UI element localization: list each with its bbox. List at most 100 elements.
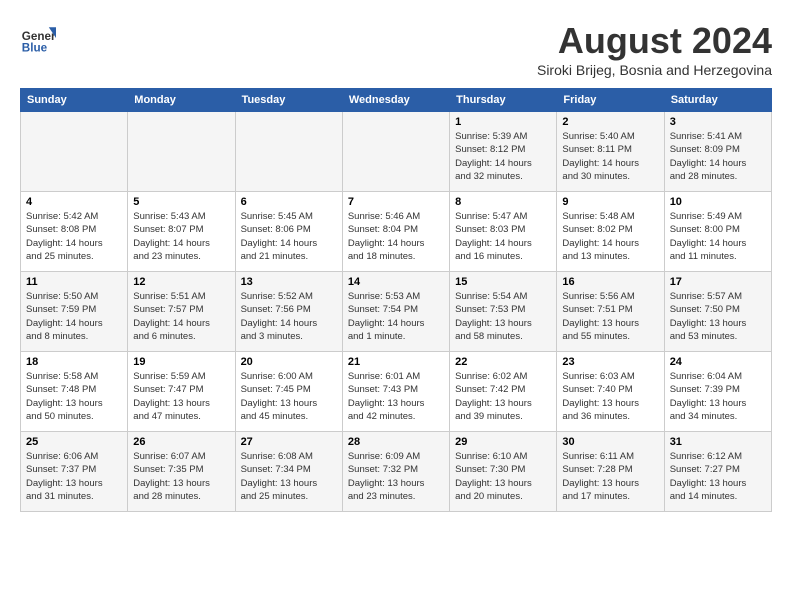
day-cell: 6 Sunrise: 5:45 AM Sunset: 8:06 PM Daylig… (235, 192, 342, 272)
day-number: 22 (455, 356, 551, 368)
day-info: Sunrise: 6:11 AM Sunset: 7:28 PM Dayligh… (562, 450, 658, 503)
col-header-saturday: Saturday (664, 89, 771, 112)
day-cell: 19 Sunrise: 5:59 AM Sunset: 7:47 PM Dayli… (128, 352, 235, 432)
day-number: 11 (26, 276, 122, 288)
day-cell: 27 Sunrise: 6:08 AM Sunset: 7:34 PM Dayli… (235, 432, 342, 512)
day-cell: 26 Sunrise: 6:07 AM Sunset: 7:35 PM Dayli… (128, 432, 235, 512)
day-number: 28 (348, 436, 444, 448)
day-info: Sunrise: 5:40 AM Sunset: 8:11 PM Dayligh… (562, 130, 658, 183)
day-info: Sunrise: 6:00 AM Sunset: 7:45 PM Dayligh… (241, 370, 337, 423)
day-info: Sunrise: 5:48 AM Sunset: 8:02 PM Dayligh… (562, 210, 658, 263)
day-cell: 29 Sunrise: 6:10 AM Sunset: 7:30 PM Dayli… (450, 432, 557, 512)
day-info: Sunrise: 5:59 AM Sunset: 7:47 PM Dayligh… (133, 370, 229, 423)
day-cell: 4Sunrise: 5:42 AM Sunset: 8:08 PM Daylig… (21, 192, 128, 272)
week-row-5: 25Sunrise: 6:06 AM Sunset: 7:37 PM Dayli… (21, 432, 772, 512)
day-info: Sunrise: 6:08 AM Sunset: 7:34 PM Dayligh… (241, 450, 337, 503)
day-number: 5 (133, 196, 229, 208)
day-number: 23 (562, 356, 658, 368)
week-row-2: 4Sunrise: 5:42 AM Sunset: 8:08 PM Daylig… (21, 192, 772, 272)
day-cell: 20Sunrise: 6:00 AM Sunset: 7:45 PM Dayli… (235, 352, 342, 432)
day-cell: 9 Sunrise: 5:48 AM Sunset: 8:02 PM Daylig… (557, 192, 664, 272)
day-cell: 22 Sunrise: 6:02 AM Sunset: 7:42 PM Dayli… (450, 352, 557, 432)
day-info: Sunrise: 6:01 AM Sunset: 7:43 PM Dayligh… (348, 370, 444, 423)
day-cell: 11 Sunrise: 5:50 AM Sunset: 7:59 PM Dayli… (21, 272, 128, 352)
day-cell: 17 Sunrise: 5:57 AM Sunset: 7:50 PM Dayli… (664, 272, 771, 352)
day-info: Sunrise: 5:49 AM Sunset: 8:00 PM Dayligh… (670, 210, 766, 263)
day-info: Sunrise: 5:47 AM Sunset: 8:03 PM Dayligh… (455, 210, 551, 263)
day-info: Sunrise: 5:50 AM Sunset: 7:59 PM Dayligh… (26, 290, 122, 343)
day-info: Sunrise: 6:10 AM Sunset: 7:30 PM Dayligh… (455, 450, 551, 503)
day-info: Sunrise: 5:57 AM Sunset: 7:50 PM Dayligh… (670, 290, 766, 343)
day-info: Sunrise: 5:41 AM Sunset: 8:09 PM Dayligh… (670, 130, 766, 183)
week-row-3: 11 Sunrise: 5:50 AM Sunset: 7:59 PM Dayli… (21, 272, 772, 352)
day-info: Sunrise: 5:53 AM Sunset: 7:54 PM Dayligh… (348, 290, 444, 343)
month-year: August 2024 (537, 20, 772, 62)
day-info: Sunrise: 5:43 AM Sunset: 8:07 PM Dayligh… (133, 210, 229, 263)
day-number: 6 (241, 196, 337, 208)
day-number: 24 (670, 356, 766, 368)
calendar-table: SundayMondayTuesdayWednesdayThursdayFrid… (20, 88, 772, 512)
day-info: Sunrise: 6:03 AM Sunset: 7:40 PM Dayligh… (562, 370, 658, 423)
day-cell: 10 Sunrise: 5:49 AM Sunset: 8:00 PM Dayli… (664, 192, 771, 272)
title-block: August 2024 Siroki Brijeg, Bosnia and He… (537, 20, 772, 78)
day-cell: 18 Sunrise: 5:58 AM Sunset: 7:48 PM Dayli… (21, 352, 128, 432)
day-cell: 30Sunrise: 6:11 AM Sunset: 7:28 PM Dayli… (557, 432, 664, 512)
day-cell: 15 Sunrise: 5:54 AM Sunset: 7:53 PM Dayli… (450, 272, 557, 352)
day-cell: 2Sunrise: 5:40 AM Sunset: 8:11 PM Daylig… (557, 112, 664, 192)
day-cell: 1 Sunrise: 5:39 AM Sunset: 8:12 PM Daylig… (450, 112, 557, 192)
col-header-tuesday: Tuesday (235, 89, 342, 112)
day-number: 7 (348, 196, 444, 208)
day-info: Sunrise: 5:58 AM Sunset: 7:48 PM Dayligh… (26, 370, 122, 423)
col-header-monday: Monday (128, 89, 235, 112)
day-number: 8 (455, 196, 551, 208)
day-info: Sunrise: 6:07 AM Sunset: 7:35 PM Dayligh… (133, 450, 229, 503)
day-number: 27 (241, 436, 337, 448)
day-info: Sunrise: 6:09 AM Sunset: 7:32 PM Dayligh… (348, 450, 444, 503)
day-number: 16 (562, 276, 658, 288)
day-cell: 24 Sunrise: 6:04 AM Sunset: 7:39 PM Dayli… (664, 352, 771, 432)
svg-text:Blue: Blue (22, 42, 48, 55)
day-info: Sunrise: 5:54 AM Sunset: 7:53 PM Dayligh… (455, 290, 551, 343)
col-header-sunday: Sunday (21, 89, 128, 112)
day-cell: 31 Sunrise: 6:12 AM Sunset: 7:27 PM Dayli… (664, 432, 771, 512)
day-info: Sunrise: 6:02 AM Sunset: 7:42 PM Dayligh… (455, 370, 551, 423)
week-row-1: 1 Sunrise: 5:39 AM Sunset: 8:12 PM Daylig… (21, 112, 772, 192)
day-number: 14 (348, 276, 444, 288)
day-info: Sunrise: 6:06 AM Sunset: 7:37 PM Dayligh… (26, 450, 122, 503)
day-info: Sunrise: 5:39 AM Sunset: 8:12 PM Dayligh… (455, 130, 551, 183)
col-header-wednesday: Wednesday (342, 89, 449, 112)
day-info: Sunrise: 6:04 AM Sunset: 7:39 PM Dayligh… (670, 370, 766, 423)
day-cell: 12Sunrise: 5:51 AM Sunset: 7:57 PM Dayli… (128, 272, 235, 352)
day-cell: 21 Sunrise: 6:01 AM Sunset: 7:43 PM Dayli… (342, 352, 449, 432)
day-info: Sunrise: 5:42 AM Sunset: 8:08 PM Dayligh… (26, 210, 122, 263)
day-info: Sunrise: 5:52 AM Sunset: 7:56 PM Dayligh… (241, 290, 337, 343)
page-header: General Blue August 2024 Siroki Brijeg, … (20, 20, 772, 78)
day-number: 26 (133, 436, 229, 448)
week-row-4: 18 Sunrise: 5:58 AM Sunset: 7:48 PM Dayli… (21, 352, 772, 432)
day-cell: 14 Sunrise: 5:53 AM Sunset: 7:54 PM Dayli… (342, 272, 449, 352)
day-cell: 13 Sunrise: 5:52 AM Sunset: 7:56 PM Dayli… (235, 272, 342, 352)
day-number: 18 (26, 356, 122, 368)
day-number: 15 (455, 276, 551, 288)
day-number: 13 (241, 276, 337, 288)
day-number: 19 (133, 356, 229, 368)
day-number: 10 (670, 196, 766, 208)
day-number: 31 (670, 436, 766, 448)
day-number: 29 (455, 436, 551, 448)
day-number: 1 (455, 116, 551, 128)
logo: General Blue (20, 20, 56, 56)
day-number: 9 (562, 196, 658, 208)
day-cell (342, 112, 449, 192)
day-info: Sunrise: 5:45 AM Sunset: 8:06 PM Dayligh… (241, 210, 337, 263)
day-info: Sunrise: 5:51 AM Sunset: 7:57 PM Dayligh… (133, 290, 229, 343)
day-number: 21 (348, 356, 444, 368)
day-cell: 25Sunrise: 6:06 AM Sunset: 7:37 PM Dayli… (21, 432, 128, 512)
day-cell (128, 112, 235, 192)
day-cell: 3Sunrise: 5:41 AM Sunset: 8:09 PM Daylig… (664, 112, 771, 192)
day-info: Sunrise: 5:56 AM Sunset: 7:51 PM Dayligh… (562, 290, 658, 343)
day-cell (21, 112, 128, 192)
day-number: 17 (670, 276, 766, 288)
day-cell (235, 112, 342, 192)
day-cell: 16 Sunrise: 5:56 AM Sunset: 7:51 PM Dayli… (557, 272, 664, 352)
day-info: Sunrise: 6:12 AM Sunset: 7:27 PM Dayligh… (670, 450, 766, 503)
